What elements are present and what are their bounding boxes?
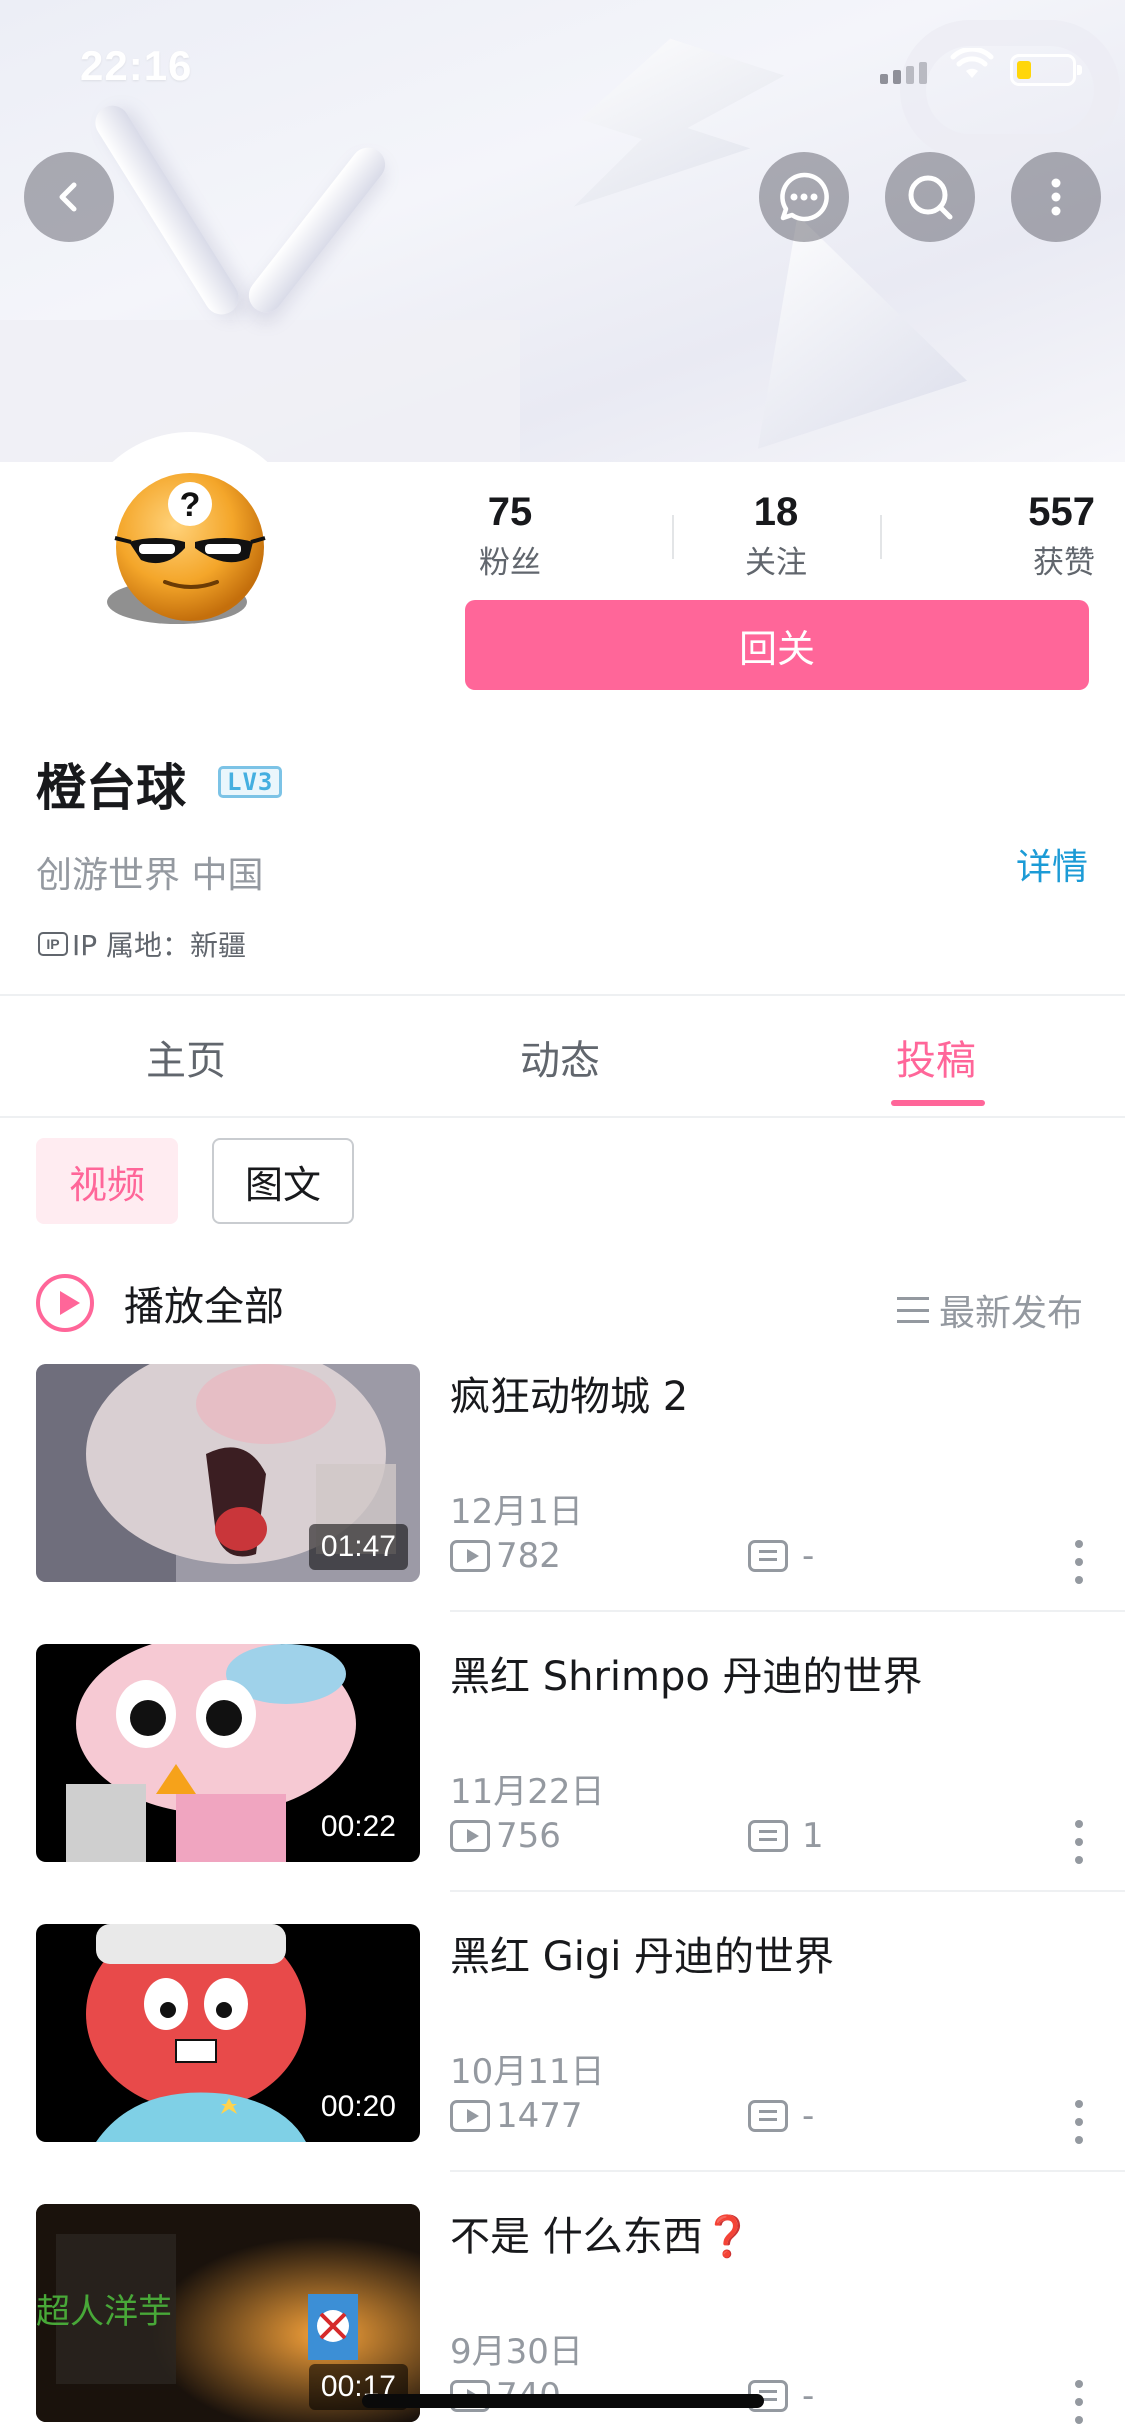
active-tab-indicator: [891, 1100, 985, 1106]
wifi-icon: [950, 46, 994, 86]
sort-label: 最新发布: [938, 1293, 1083, 1334]
more-options-button[interactable]: [1011, 152, 1101, 242]
play-count: 782: [450, 1536, 561, 1576]
user-signature: 创游世界 中国: [36, 855, 264, 896]
avatar[interactable]: ?: [75, 432, 305, 662]
filter-image-text[interactable]: 图文: [212, 1138, 354, 1224]
banner-decoration: [0, 320, 520, 462]
comment-icon: [748, 1540, 788, 1572]
video-thumbnail[interactable]: 01:47: [36, 1364, 420, 1582]
battery-icon: [1010, 54, 1082, 86]
stat-divider: [880, 515, 882, 559]
level-badge: LV3: [218, 766, 283, 798]
comment-icon: [748, 1820, 788, 1852]
video-date: 12月1日: [450, 1492, 583, 1532]
video-more-button[interactable]: [1064, 2380, 1094, 2424]
divider: [0, 1116, 1125, 1118]
video-duration: 00:20: [308, 2084, 408, 2130]
video-title[interactable]: 黑红 Gigi 丹迪的世界: [450, 1924, 834, 1982]
play-count-value: 782: [496, 1536, 561, 1576]
video-title[interactable]: 不是 什么东西❓: [450, 2204, 753, 2262]
comment-count-value: -: [802, 1536, 815, 1576]
following-count: 18: [753, 490, 799, 534]
stat-divider: [672, 515, 674, 559]
comment-count: 1: [748, 1816, 824, 1856]
home-indicator[interactable]: [362, 2394, 764, 2408]
comment-count: -: [748, 1536, 814, 1576]
video-item[interactable]: 00:20 黑红 Gigi 丹迪的世界 10月11日 1477 -: [0, 1924, 1125, 2204]
ip-badge-icon: IP: [38, 932, 68, 956]
back-icon: [59, 182, 77, 212]
search-icon: [908, 175, 953, 220]
more-icon: [1051, 178, 1061, 216]
video-duration: 01:47: [308, 1524, 408, 1570]
thumbnail-caption: 超人洋芋: [36, 2292, 172, 2332]
video-item[interactable]: 01:47 疯狂动物城 2 12月1日 782 -: [0, 1364, 1125, 1644]
video-item[interactable]: 00:22 黑红 Shrimpo 丹迪的世界 11月22日 756 1: [0, 1644, 1125, 1924]
banner-decoration: [536, 14, 785, 257]
comment-count: -: [748, 2096, 814, 2136]
fans-count: 75: [487, 490, 533, 534]
following-stat[interactable]: 18 关注: [726, 490, 826, 582]
divider: [0, 994, 1125, 996]
sort-button[interactable]: 最新发布: [896, 1284, 1083, 1336]
divider: [450, 1610, 1125, 1612]
video-date: 10月11日: [450, 2052, 605, 2092]
svg-text:?: ?: [180, 486, 201, 524]
likes-label: 获赞: [1033, 545, 1095, 581]
ip-location: IP IP 属地：新疆: [38, 924, 246, 964]
tab-posts[interactable]: 投稿: [836, 1028, 1036, 1086]
ip-location-text: IP 属地：新疆: [72, 929, 247, 962]
message-icon: [780, 172, 829, 222]
video-thumbnail[interactable]: 00:20: [36, 1924, 420, 2142]
banner-decoration: [900, 20, 1120, 160]
fans-label: 粉丝: [479, 545, 541, 581]
divider: [450, 2170, 1125, 2172]
cellular-signal-icon: [880, 62, 927, 84]
video-more-button[interactable]: [1064, 1820, 1094, 1864]
video-title[interactable]: 疯狂动物城 2: [450, 1364, 688, 1422]
video-more-button[interactable]: [1064, 2100, 1094, 2144]
divider: [450, 1890, 1125, 1892]
banner-decoration: [88, 99, 246, 321]
likes-count: 557: [1028, 490, 1095, 534]
fans-stat[interactable]: 75 粉丝: [460, 490, 560, 582]
banner-decoration: [242, 140, 392, 320]
play-all-button[interactable]: 播放全部: [36, 1274, 284, 1332]
likes-stat: 557 获赞: [985, 490, 1095, 582]
comment-icon: [748, 2100, 788, 2132]
video-thumbnail[interactable]: 超人洋芋 00:17: [36, 2204, 420, 2422]
details-link[interactable]: 详情: [1016, 838, 1088, 890]
play-all-label: 播放全部: [124, 1284, 284, 1330]
message-button[interactable]: [759, 152, 849, 242]
search-button[interactable]: [885, 152, 975, 242]
play-count-icon: [450, 1540, 490, 1572]
following-label: 关注: [745, 545, 807, 581]
play-count-value: 1477: [496, 2096, 583, 2136]
play-count-icon: [450, 2100, 490, 2132]
follow-back-button[interactable]: 回关: [465, 600, 1089, 690]
play-count-icon: [450, 1820, 490, 1852]
play-count: 756: [450, 1816, 561, 1856]
list-icon: [896, 1297, 929, 1323]
comment-count-value: 1: [802, 1816, 824, 1856]
tab-home[interactable]: 主页: [86, 1028, 286, 1086]
avatar-image: ?: [107, 473, 266, 624]
status-time: 22:16: [80, 42, 193, 89]
username: 橙台球: [36, 759, 186, 817]
tab-dynamic[interactable]: 动态: [460, 1028, 660, 1086]
video-date: 11月22日: [450, 1772, 605, 1812]
video-title[interactable]: 黑红 Shrimpo 丹迪的世界: [450, 1644, 923, 1702]
back-button[interactable]: [24, 152, 114, 242]
video-date: 9月30日: [450, 2332, 583, 2372]
video-thumbnail[interactable]: 00:22: [36, 1644, 420, 1862]
comment-count-value: -: [802, 2376, 815, 2416]
video-duration: 00:22: [308, 1804, 408, 1850]
play-count-value: 756: [496, 1816, 561, 1856]
filter-video[interactable]: 视频: [36, 1138, 178, 1224]
comment-count-value: -: [802, 2096, 815, 2136]
play-circle-icon: [36, 1274, 94, 1332]
video-more-button[interactable]: [1064, 1540, 1094, 1584]
play-count: 1477: [450, 2096, 583, 2136]
